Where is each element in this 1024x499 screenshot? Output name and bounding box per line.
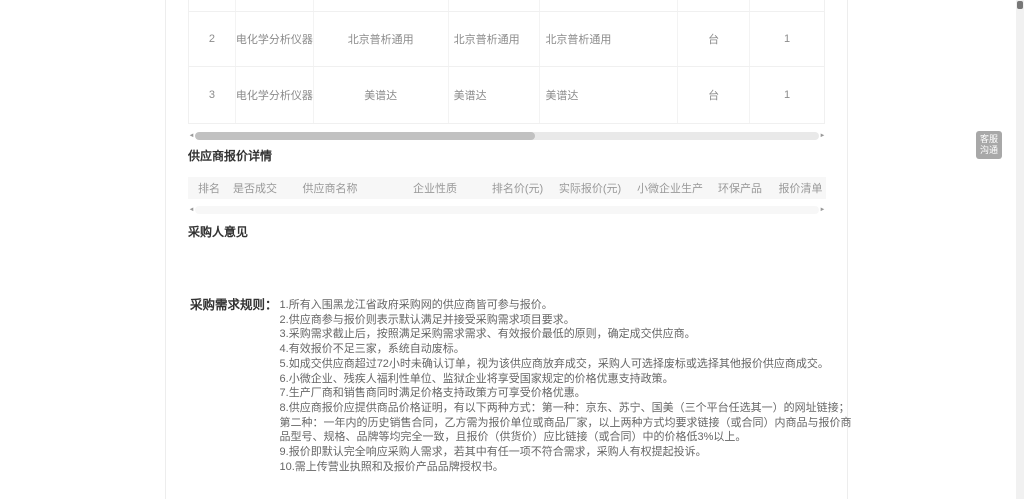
supplier-quotes-title: 供应商报价详情	[188, 147, 272, 164]
scroll-left-icon[interactable]: ◄	[188, 205, 195, 215]
col-small-enterprise: 小微企业生产	[635, 180, 705, 196]
rule-item: 1.所有入围黑龙江省政府采购网的供应商皆可参与报价。	[280, 298, 858, 313]
col-quote-list: 报价清单	[775, 180, 826, 196]
rules-label: 采购需求规则：	[190, 298, 278, 474]
rule-item: 6.小微企业、残疾人福利性单位、监狱企业将享受国家规定的价格优惠支持政策。	[280, 372, 858, 387]
cell-brand: 北京普析通用	[314, 12, 449, 66]
quote-table-header: 排名 是否成交 供应商名称 企业性质 排名价(元) 实际报价(元) 小微企业生产…	[188, 177, 826, 199]
col-rank-price: 排名价(元)	[490, 180, 545, 196]
rule-item: 3.采购需求截止后，按照满足采购需求需求、有效报价最低的原则，确定成交供应商。	[280, 327, 858, 342]
col-rank: 排名	[188, 180, 230, 196]
vscrollbar-thumb[interactable]	[1017, 1, 1023, 9]
rule-item: 7.生产厂商和销售商同时满足价格支持政策方可享受价格优惠。	[280, 386, 858, 401]
table-row: 2 电化学分析仪器 北京普析通用 北京普析通用 北京普析通用 台 1	[189, 12, 824, 67]
cell-seq: 3	[189, 67, 236, 123]
rule-item: 4.有效报价不足三家，系统自动废标。	[280, 342, 858, 357]
cell-name: 北京普析通用	[540, 12, 678, 66]
scrollbar-track[interactable]	[195, 206, 819, 214]
cell-qty: 1	[750, 12, 824, 66]
scroll-right-icon[interactable]: ►	[819, 131, 826, 141]
product-table: 2 电化学分析仪器 北京普析通用 北京普析通用 北京普析通用 台 1 3 电化学…	[188, 0, 825, 124]
col-enterprise-type: 企业性质	[380, 180, 490, 196]
cell-model: 北京普析通用	[449, 12, 541, 66]
scrollbar-track[interactable]	[195, 132, 819, 140]
col-actual-price: 实际报价(元)	[545, 180, 635, 196]
scroll-left-icon[interactable]: ◄	[188, 131, 195, 141]
col-eco-product: 环保产品	[705, 180, 775, 196]
rule-item: 10.需上传营业执照和及报价产品品牌授权书。	[280, 460, 858, 475]
cell-model: 美谱达	[449, 67, 541, 123]
cell-unit: 台	[678, 67, 750, 123]
procurement-rules: 采购需求规则： 1.所有入围黑龙江省政府采购网的供应商皆可参与报价。 2.供应商…	[190, 298, 858, 474]
customer-service-label-line2: 沟通	[976, 145, 1002, 156]
scrollbar-thumb[interactable]	[195, 132, 535, 140]
content-left-border	[165, 0, 166, 499]
procurement-detail-page: 2 电化学分析仪器 北京普析通用 北京普析通用 北京普析通用 台 1 3 电化学…	[0, 0, 1024, 499]
cell-unit: 台	[678, 12, 750, 66]
cell-category: 电化学分析仪器	[236, 67, 314, 123]
rule-item: 2.供应商参与报价则表示默认满足并接受采购需求项目要求。	[280, 313, 858, 328]
customer-service-button[interactable]: 客服 沟通	[976, 131, 1002, 159]
quote-table-hscrollbar[interactable]: ◄ ►	[188, 205, 826, 215]
rule-item: 9.报价即默认完全响应采购人需求，若其中有任一项不符合需求，采购人有权提起投诉。	[280, 445, 858, 460]
cell-qty: 1	[750, 67, 824, 123]
table-row-partial	[189, 0, 824, 12]
col-deal: 是否成交	[230, 180, 280, 196]
cell-name: 美谱达	[540, 67, 678, 123]
product-table-hscrollbar[interactable]: ◄ ►	[188, 131, 826, 141]
browser-vscrollbar[interactable]	[1016, 0, 1024, 499]
buyer-opinion-title: 采购人意见	[188, 223, 248, 240]
rule-item: 8.供应商报价应提供商品价格证明，有以下两种方式：第一种：京东、苏宁、国美（三个…	[280, 401, 858, 445]
table-row: 3 电化学分析仪器 美谱达 美谱达 美谱达 台 1	[189, 67, 824, 124]
rules-list: 1.所有入围黑龙江省政府采购网的供应商皆可参与报价。 2.供应商参与报价则表示默…	[280, 298, 858, 474]
cell-brand: 美谱达	[314, 67, 449, 123]
cell-seq: 2	[189, 12, 236, 66]
scroll-right-icon[interactable]: ►	[819, 205, 826, 215]
cell-category: 电化学分析仪器	[236, 12, 314, 66]
customer-service-label-line1: 客服	[976, 134, 1002, 145]
rule-item: 5.如成交供应商超过72小时未确认订单，视为该供应商放弃成交，采购人可选择废标或…	[280, 357, 858, 372]
col-supplier-name: 供应商名称	[280, 180, 380, 196]
